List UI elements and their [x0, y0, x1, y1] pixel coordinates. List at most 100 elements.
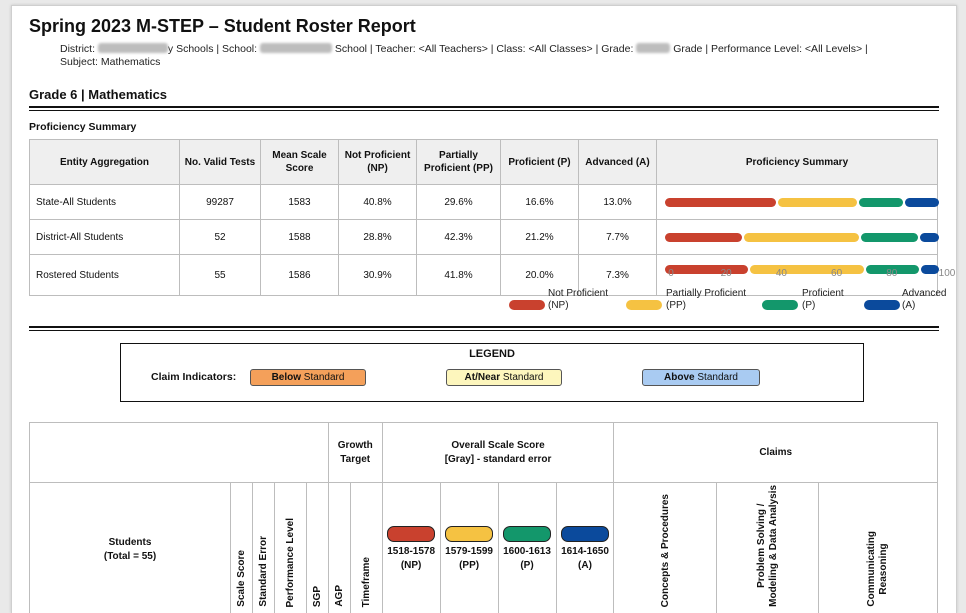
performance-level-label: Performance Level: [285, 518, 296, 608]
claims-header: Claims: [614, 423, 938, 483]
entity-cell: District-All Students: [30, 220, 180, 255]
entity-cell: State-All Students: [30, 185, 180, 220]
bar-segment: [665, 198, 776, 207]
col-header-entity: Entity Aggregation: [30, 140, 180, 185]
claim-line: Reasoning: [878, 544, 889, 595]
filter-school-suffix: School |: [335, 43, 373, 55]
col-header-summary: Proficiency Summary: [657, 140, 938, 185]
pp-pill: [445, 526, 493, 542]
range-abbr: (P): [500, 559, 555, 573]
claim-problem-solving-label: Problem Solving /Modeling & Data Analysi…: [756, 485, 780, 607]
range-pp-header: 1579-1599(PP): [440, 483, 498, 613]
redacted-district: [98, 43, 168, 53]
range-abbr: (A): [558, 559, 613, 573]
col-header-p: Proficient (P): [501, 140, 579, 185]
filter-district-label: District:: [60, 43, 95, 55]
redacted-school: [260, 43, 332, 53]
table-row: District-All Students 52 1588 28.8% 42.3…: [30, 220, 938, 255]
timeframe-header: Timeframe: [350, 483, 382, 613]
x-tick-label: 40: [776, 268, 787, 279]
range-value: 1579-1599: [442, 545, 497, 559]
claim-line: Modeling & Data Analysis: [768, 485, 779, 607]
summary-bar-cell: [657, 185, 938, 220]
claim-problem-solving-header: Problem Solving /Modeling & Data Analysi…: [716, 483, 819, 613]
mean-cell: 1583: [261, 185, 339, 220]
filter-school-label: School:: [222, 43, 257, 55]
bar-segment: [905, 198, 939, 207]
redacted-grade: [636, 43, 670, 53]
pp-cell: 42.3%: [417, 220, 501, 255]
range-value: 1518-1578: [384, 545, 439, 559]
x-tick-label: 0: [668, 268, 674, 279]
np-cell: 40.8%: [339, 185, 417, 220]
x-tick-label: 100: [939, 268, 956, 279]
legend-swatch: [762, 300, 798, 310]
sgp-label: SGP: [312, 586, 323, 607]
claim-communicating-header: CommunicatingReasoning: [819, 483, 938, 613]
chip-text: Standard: [695, 372, 738, 383]
x-tick-label: 60: [831, 268, 842, 279]
chip-bold: At/Near: [465, 372, 501, 383]
legend-box: LEGEND Claim Indicators: Below Standard …: [120, 343, 864, 402]
filter-subject: Subject: Mathematics: [60, 56, 160, 68]
legend-swatch: [626, 300, 662, 310]
legend-label: Advanced(A): [902, 288, 946, 312]
students-label: Students: [31, 536, 229, 550]
filter-teacher: Teacher: <All Teachers> |: [375, 43, 493, 55]
mean-cell: 1588: [261, 220, 339, 255]
summary-bar-cell: [657, 220, 938, 255]
scale-score-header: Scale Score: [231, 483, 253, 613]
range-value: 1614-1650: [558, 545, 613, 559]
legend-label: Partially Proficient(PP): [666, 288, 746, 312]
roster-table: Growth Target Overall Scale Score [Gray]…: [29, 422, 938, 613]
x-tick-label: 20: [721, 268, 732, 279]
a-cell: 7.7%: [579, 220, 657, 255]
chip-bold: Below: [272, 372, 301, 383]
bar-segment: [861, 233, 918, 242]
proficiency-summary-label: Proficiency Summary: [29, 121, 136, 133]
sgp-header: SGP: [306, 483, 328, 613]
filter-level: Performance Level: <All Levels> |: [711, 43, 868, 55]
tests-cell: 52: [180, 220, 261, 255]
range-a-header: 1614-1650(A): [556, 483, 614, 613]
range-abbr: (NP): [384, 559, 439, 573]
claim-communicating-label: CommunicatingReasoning: [866, 531, 890, 607]
stacked-bar: [658, 186, 936, 218]
bar-segment: [744, 233, 859, 242]
tests-cell: 99287: [180, 185, 261, 220]
agp-label: AGP: [334, 585, 345, 607]
bar-segment: [778, 198, 858, 207]
proficiency-legend: Not Proficient(NP) Partially Proficient(P…: [12, 288, 956, 320]
np-cell: 28.8%: [339, 220, 417, 255]
claim-line: Communicating: [866, 531, 877, 607]
x-tick-label: 80: [886, 268, 897, 279]
np-pill: [387, 526, 435, 542]
scale-score-label: Scale Score: [236, 550, 247, 607]
col-header-np: Not Proficient (NP): [339, 140, 417, 185]
range-abbr: (PP): [442, 559, 497, 573]
filter-district-suffix: y Schools |: [168, 43, 219, 55]
col-header-a: Advanced (A): [579, 140, 657, 185]
legend-label: Not Proficient(NP): [548, 288, 608, 312]
report-filters: District: y Schools | School: School | T…: [60, 43, 940, 69]
a-cell: 13.0%: [579, 185, 657, 220]
section-title: Grade 6 | Mathematics: [29, 87, 167, 102]
a-pill: [561, 526, 609, 542]
col-header-pp: Partially Proficient (PP): [417, 140, 501, 185]
range-np-header: 1518-1578(NP): [382, 483, 440, 613]
filter-grade-suffix: Grade |: [673, 43, 708, 55]
filter-class: Class: <All Classes> |: [496, 43, 598, 55]
range-value: 1600-1613: [500, 545, 555, 559]
col-header-mean: Mean Scale Score: [261, 140, 339, 185]
p-pill: [503, 526, 551, 542]
overall-title: Overall Scale Score: [384, 439, 613, 453]
x-axis: 020406080100: [657, 268, 939, 282]
legend-swatch: [509, 300, 545, 310]
stacked-bar: [658, 221, 936, 253]
claim-concepts-label: Concepts & Procedures: [660, 494, 671, 607]
students-header: Students (Total = 55): [30, 483, 231, 613]
claim-indicators-label: Claim Indicators:: [151, 371, 236, 383]
chip-bold: Above: [664, 372, 695, 383]
section-divider-2: [29, 326, 939, 331]
claim-line: Problem Solving /: [756, 504, 767, 588]
